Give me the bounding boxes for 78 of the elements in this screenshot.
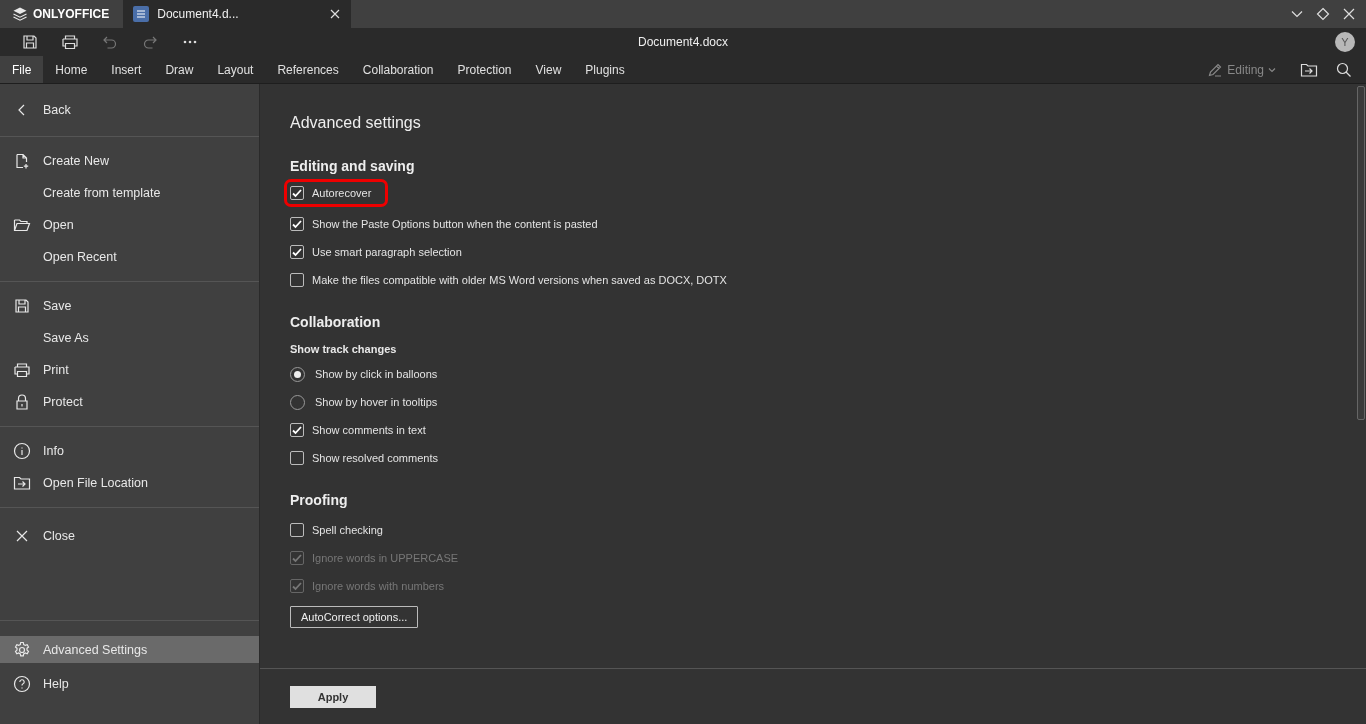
checkbox-label: Make the files compatible with older MS Word versions when saved as DOCX, DOTX (312, 274, 727, 286)
checkbox-label: Show comments in text (312, 424, 426, 436)
search-icon (1336, 61, 1352, 78)
document-icon (133, 6, 150, 22)
lock-icon (13, 394, 31, 410)
sidebar-item[interactable]: Open Recent (0, 241, 259, 273)
document-tab[interactable]: Document4.d... (123, 0, 352, 28)
sidebar-item[interactable]: Protect (0, 386, 259, 418)
page-title: Advanced settings (290, 114, 422, 132)
new-document-icon (13, 153, 31, 169)
checkbox[interactable] (290, 245, 304, 259)
help-icon (13, 675, 31, 693)
sidebar-item[interactable]: Back (0, 94, 259, 126)
checkbox-label: Show resolved comments (312, 452, 438, 464)
menu-tab[interactable]: References (265, 56, 351, 83)
sidebar-item[interactable]: Create New (0, 145, 259, 177)
checkbox-label: Autorecover (312, 187, 372, 199)
diamond-icon (1316, 7, 1330, 21)
checkbox-label: Ignore words in UPPERCASE (312, 552, 459, 564)
menu-tab[interactable]: Insert (99, 56, 154, 83)
info-icon (13, 442, 31, 460)
print-icon (13, 362, 31, 378)
checkbox[interactable] (290, 186, 304, 200)
user-avatar[interactable]: Y (1335, 32, 1355, 52)
menu-tab[interactable]: Draw (153, 56, 206, 83)
checkbox-label: Spell checking (312, 524, 383, 536)
sidebar-item[interactable]: Open File Location (0, 467, 259, 499)
menu-tab[interactable]: Plugins (573, 56, 637, 83)
folder-arrow-icon (1300, 61, 1318, 78)
checkbox[interactable] (290, 217, 304, 231)
section-heading: Editing and saving (290, 158, 416, 174)
menu-tab[interactable]: Layout (205, 56, 266, 83)
sidebar-item[interactable]: Close (0, 520, 259, 552)
save-icon (13, 298, 31, 314)
sidebar-item[interactable]: Save (0, 290, 259, 322)
menu-tab[interactable]: View (523, 56, 574, 83)
save-icon (22, 34, 38, 50)
section-heading: Collaboration (290, 314, 382, 330)
undo-icon (102, 34, 118, 50)
apply-button[interactable]: Apply (290, 685, 376, 708)
sidebar-item[interactable]: Advanced Settings (0, 636, 259, 663)
app-logo-text: ONLYOFFICE (33, 7, 110, 21)
menu-tab[interactable]: Collaboration (350, 56, 446, 83)
radio-label: Show by hover in tooltips (315, 396, 438, 408)
sidebar-item[interactable]: Save As (0, 322, 259, 354)
checkbox[interactable] (290, 423, 304, 437)
editing-mode-button[interactable]: Editing (1207, 61, 1284, 78)
menu-tab[interactable]: Home (43, 56, 100, 83)
close-icon (1342, 7, 1356, 21)
sidebar-item[interactable]: Help (0, 668, 259, 700)
logo-icon (12, 6, 28, 22)
checkbox[interactable] (290, 273, 304, 287)
sidebar-item[interactable]: Create from template (0, 177, 259, 209)
section-heading: Proofing (290, 492, 349, 508)
close-icon (329, 8, 342, 20)
checkbox-label: Ignore words with numbers (312, 580, 445, 592)
sidebar-item[interactable]: Print (0, 354, 259, 386)
sidebar-item[interactable]: Info (0, 435, 259, 467)
document-title: Document4.docx (637, 35, 728, 49)
menu-tab[interactable]: File (0, 56, 44, 83)
radio-label: Show by click in balloons (315, 368, 438, 380)
restore-button[interactable] (1314, 5, 1332, 23)
pencil-icon (1207, 61, 1224, 78)
caret-icon (1268, 66, 1276, 73)
sidebar-item[interactable]: Open (0, 209, 259, 241)
settings-icon (13, 640, 31, 659)
folder-icon (13, 217, 31, 233)
checkbox[interactable] (290, 451, 304, 465)
menu-tab[interactable]: Protection (445, 56, 524, 83)
print-icon (61, 34, 79, 50)
checkbox-label: Show the Paste Options button when the content is pasted (312, 218, 598, 230)
redo-icon (142, 34, 158, 50)
folder-arrow-icon (13, 475, 31, 491)
subheading: Show track changes (290, 342, 398, 357)
autocorrect-options-button[interactable]: AutoCorrect options... (290, 606, 419, 628)
checkbox[interactable] (290, 523, 304, 537)
more-icon (183, 40, 197, 44)
checkbox-label: Use smart paragraph selection (312, 246, 462, 258)
